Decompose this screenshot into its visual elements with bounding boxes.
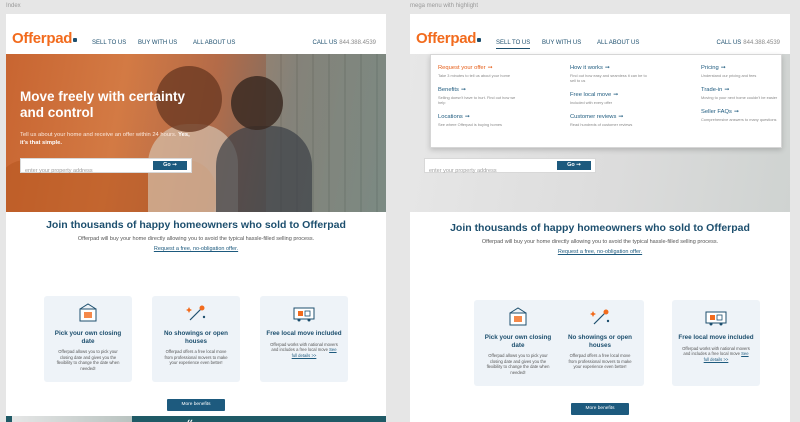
mega-item-pricing[interactable]: Pricing ➞ Understand our pricing and fees	[701, 65, 790, 78]
card-desc: Offerpad allows you to pick your closing…	[56, 349, 120, 371]
more-benefits-wrap: More benefits	[6, 392, 386, 411]
card-title: No showings or open houses	[567, 334, 633, 349]
mega-menu: Request your offer ➞ Take 3 minutes to tel…	[430, 54, 782, 148]
nav-buy-with-us[interactable]: BUY WITH US	[138, 40, 177, 46]
address-form: Go ➞	[20, 158, 192, 178]
benefit-card: Free local move included Offerpad works …	[672, 300, 760, 386]
address-form: Go ➞	[424, 158, 596, 178]
card-desc: Offerpad works with national movers and …	[270, 341, 338, 358]
call-us[interactable]: CALL US 844.388.4539	[717, 40, 781, 46]
card-title: Free local move included	[678, 334, 754, 341]
mega-item-benefits[interactable]: Benefits ➞ Selling doesn't have to hurt. F…	[438, 87, 548, 105]
benefit-card: Pick your own closing date Offerpad allo…	[44, 296, 132, 382]
moving-truck-icon	[705, 311, 727, 326]
arrow-right-icon: ➞	[613, 92, 619, 98]
request-offer-link-wrap: Request a free, no-obligation offer.	[6, 246, 386, 252]
nav-buy-with-us[interactable]: BUY WITH US	[542, 40, 581, 46]
arrow-right-icon: ➞	[724, 87, 730, 93]
logo[interactable]: Offerpad	[416, 30, 482, 47]
section-subtitle: Offerpad will buy your home directly all…	[481, 239, 719, 245]
artboard-label-index: Index	[6, 3, 21, 9]
sparkle-house-icon	[186, 305, 206, 321]
nav-sell-to-us[interactable]: SELL TO US	[496, 40, 531, 49]
mega-column: How it works ➞ Find out how easy and seaml…	[570, 65, 680, 136]
moving-truck-icon	[293, 307, 315, 322]
arrow-right-icon: ➞	[487, 65, 493, 71]
calendar-box-icon	[509, 307, 527, 326]
card-title: Free local move included	[266, 330, 342, 337]
artboard-mega-menu: Offerpad SELL TO US BUY WITH US ALL ABOU…	[410, 14, 790, 422]
request-offer-link[interactable]: Request a free, no-obligation offer.	[558, 249, 642, 255]
card-title: Pick your own closing date	[54, 330, 122, 345]
hero-subtitle: Tell us about your home and receive an o…	[20, 132, 190, 146]
card-desc: Offerpad offers a free local move from p…	[568, 353, 632, 369]
arrow-right-icon: ➞	[460, 87, 466, 93]
logo-mark-icon	[73, 38, 78, 42]
sparkle-house-icon	[590, 309, 610, 325]
arrow-right-icon: ➞	[720, 65, 726, 71]
card-desc: Offerpad allows you to pick your closing…	[486, 353, 550, 375]
site-header: Offerpad SELL TO US BUY WITH US ALL ABOU…	[410, 14, 790, 54]
address-input[interactable]	[425, 164, 543, 178]
logo[interactable]: Offerpad	[12, 30, 78, 47]
artboard-index: Offerpad SELL TO US BUY WITH US ALL ABOU…	[6, 14, 386, 422]
logo-mark-icon	[477, 38, 482, 42]
nav-all-about-us[interactable]: ALL ABOUT US	[193, 40, 235, 46]
mega-item-locations[interactable]: Locations ➞ See where Offerpad is buying h…	[438, 114, 548, 127]
benefit-card: No showings or open houses Offerpad offe…	[152, 296, 240, 382]
mega-item-request-offer[interactable]: Request your offer ➞ Take 3 minutes to tel…	[438, 65, 548, 78]
request-offer-link-wrap: Request a free, no-obligation offer.	[410, 249, 790, 255]
arrow-right-icon: ➞	[618, 114, 624, 120]
go-button[interactable]: Go ➞	[153, 161, 187, 170]
mega-item-customer-reviews[interactable]: Customer reviews ➞ Read hundreds of custom…	[570, 114, 680, 127]
nav-sell-to-us[interactable]: SELL TO US	[92, 40, 126, 46]
section-title: Join thousands of happy homeowners who s…	[450, 222, 750, 234]
mega-column: Request your offer ➞ Take 3 minutes to tel…	[438, 65, 548, 136]
hero-person-shape	[231, 76, 283, 130]
calendar-box-icon	[79, 303, 97, 322]
site-header: Offerpad SELL TO US BUY WITH US ALL ABOU…	[6, 14, 386, 54]
hero: Move freely with certainty and control T…	[6, 54, 386, 212]
arrow-right-icon: ➞	[733, 109, 739, 115]
card-desc: Offerpad offers a free local move from p…	[164, 349, 228, 365]
card-title: No showings or open houses	[163, 330, 229, 345]
arrow-right-icon: ➞	[464, 114, 470, 120]
mega-item-free-local-move[interactable]: Free local move ➞ Included with every offe…	[570, 92, 680, 105]
more-benefits-button[interactable]: More benefits	[167, 398, 225, 411]
card-title: Pick your own closing date	[484, 334, 552, 349]
more-benefits-button[interactable]: More benefits	[571, 402, 629, 415]
mega-item-how-it-works[interactable]: How it works ➞ Find out how easy and seaml…	[570, 65, 680, 83]
hero-person-shape	[216, 126, 312, 212]
call-us[interactable]: CALL US 844.388.4539	[313, 40, 377, 46]
benefit-card: Pick your own closing date Offerpad allo…	[474, 300, 562, 386]
section-subtitle: Offerpad will buy your home directly all…	[77, 236, 315, 242]
hero-title: Move freely with certainty and control	[20, 89, 186, 120]
arrow-right-icon: ➞	[604, 65, 610, 71]
artboard-label-mega: mega menu with highlight	[410, 3, 479, 9]
request-offer-link[interactable]: Request a free, no-obligation offer.	[154, 246, 238, 252]
mega-item-seller-faqs[interactable]: Seller FAQs ➞ Comprehensive answers to man…	[701, 109, 790, 122]
address-input[interactable]	[21, 164, 139, 178]
go-button[interactable]: Go ➞	[557, 161, 591, 170]
nav-all-about-us[interactable]: ALL ABOUT US	[597, 40, 639, 46]
more-benefits-wrap: More benefits	[410, 396, 790, 415]
testimonial-strip: “	[6, 416, 386, 422]
mega-column: Pricing ➞ Understand our pricing and fees …	[701, 65, 790, 131]
testimonial-photo	[12, 416, 132, 422]
mega-item-trade-in[interactable]: Trade-in ➞ Moving to your next home couldn…	[701, 87, 790, 100]
benefit-card: No showings or open houses Offerpad offe…	[556, 300, 644, 386]
quote-icon: “	[186, 418, 193, 422]
card-desc: Offerpad works with national movers and …	[682, 345, 750, 362]
section-title: Join thousands of happy homeowners who s…	[46, 219, 346, 231]
benefit-card: Free local move included Offerpad works …	[260, 296, 348, 382]
